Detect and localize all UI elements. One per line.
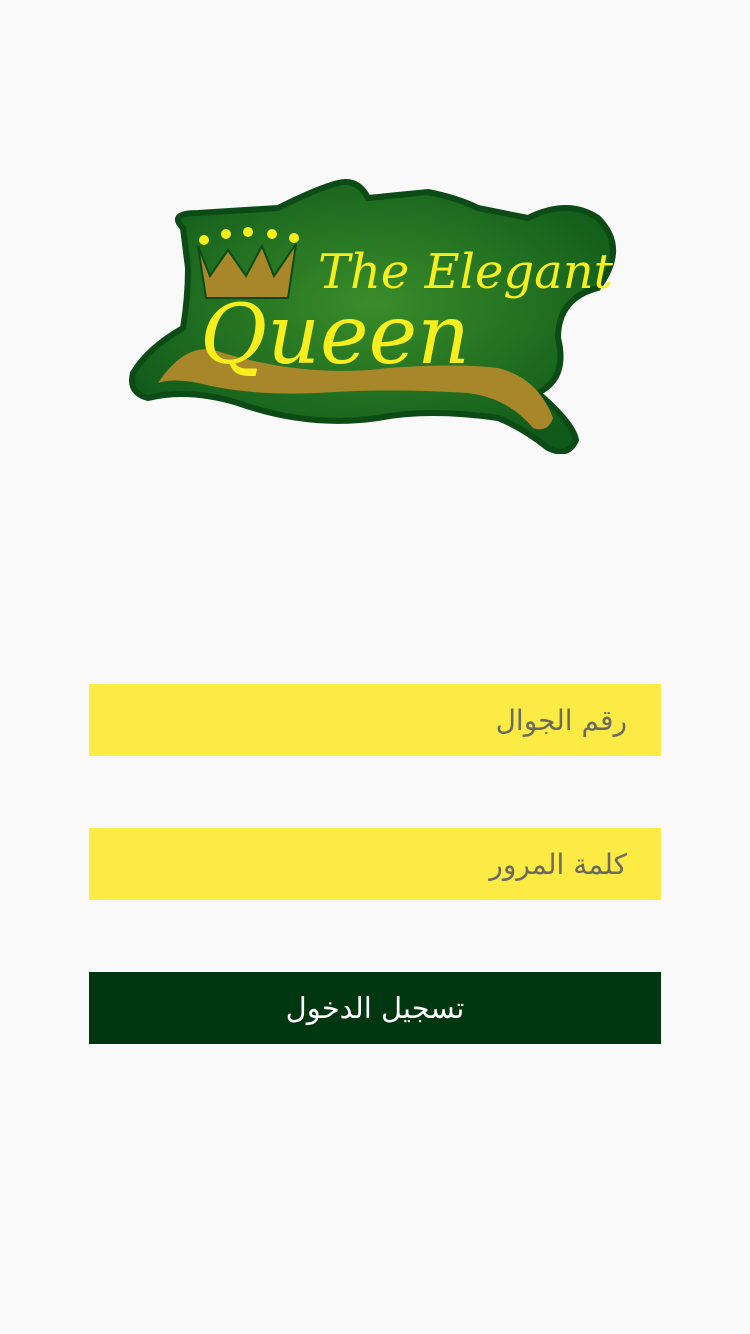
phone-input[interactable]: [123, 684, 627, 756]
logo-line2: Queen: [200, 288, 470, 383]
password-field-container: [89, 828, 661, 900]
brand-logo: The Elegant Queen: [128, 178, 622, 454]
login-button[interactable]: تسجيل الدخول: [89, 972, 661, 1044]
phone-field-container: [89, 684, 661, 756]
login-screen: The Elegant Queen تسجيل الدخول: [0, 0, 750, 1334]
logo-graphic: The Elegant Queen: [129, 179, 616, 454]
password-input[interactable]: [123, 828, 627, 900]
